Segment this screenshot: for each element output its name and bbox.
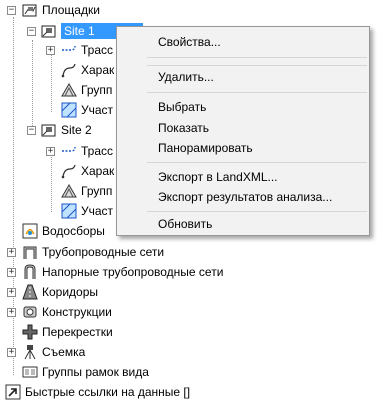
tree-item-label: Групп — [81, 184, 113, 198]
tree-item-alignments[interactable]: + Трасс — [41, 141, 113, 161]
alignment-icon — [61, 42, 77, 58]
sites-icon — [22, 2, 38, 18]
view-frame-icon — [22, 364, 38, 380]
tree-item-catchments[interactable]: Водосборы — [2, 221, 105, 241]
tree-item-label: Перекрестки — [42, 325, 113, 339]
expand-toggle[interactable]: + — [7, 268, 16, 277]
catchment-icon — [22, 223, 38, 239]
expand-toggle[interactable]: + — [7, 308, 16, 317]
tree-item-data-shortcuts[interactable]: Быстрые ссылки на данные [] — [2, 382, 190, 402]
tree-item-label: Трасс — [81, 144, 114, 158]
menu-item-delete[interactable]: Удалить... — [118, 67, 368, 87]
tree-line — [32, 40, 33, 132]
alignment-icon — [61, 143, 77, 159]
menu-item-zoom-to[interactable]: Показать — [118, 118, 368, 138]
tree-item-label: Конструкции — [42, 305, 112, 319]
feature-line-icon — [61, 163, 77, 179]
pressure-network-icon — [22, 264, 38, 280]
menu-item-export-landxml[interactable]: Экспорт в LandXML... — [118, 167, 368, 187]
tree-item-alignments[interactable]: + Трасс — [41, 40, 113, 60]
tree-item-label: Коридоры — [42, 285, 99, 299]
tree-item-label: Участ — [81, 103, 114, 117]
menu-separator — [147, 92, 367, 93]
expand-toggle[interactable]: + — [46, 46, 55, 55]
collapse-toggle[interactable]: − — [7, 6, 16, 15]
parcel-icon — [61, 102, 77, 118]
tree-item-label: Site 2 — [61, 123, 92, 137]
tree-item-label: Трасс — [81, 43, 114, 57]
tree-item-pressure-networks[interactable]: + Напорные трубопроводные сети — [2, 262, 223, 282]
tree-item-grading-groups[interactable]: Групп — [41, 80, 112, 100]
context-menu: Свойства... Удалить... Выбрать Показать … — [116, 26, 370, 236]
tree-item-label: Площадки — [42, 3, 100, 17]
menu-separator — [147, 162, 367, 163]
tree-item-corridors[interactable]: + Коридоры — [2, 282, 98, 302]
tree-item-intersections[interactable]: Перекрестки — [2, 322, 113, 342]
collapse-toggle[interactable]: − — [27, 27, 36, 36]
parcel-icon — [61, 203, 77, 219]
tree-item-structures[interactable]: + Конструкции — [2, 302, 112, 322]
collapse-toggle[interactable]: − — [27, 126, 36, 135]
menu-item-refresh[interactable]: Обновить — [118, 214, 368, 234]
expand-toggle[interactable]: + — [7, 248, 16, 257]
tree-item-label: Водосборы — [42, 224, 105, 238]
grading-group-icon — [61, 183, 77, 199]
grading-group-icon — [61, 82, 77, 98]
corridor-icon — [22, 284, 38, 300]
tree-item-grading-groups[interactable]: Групп — [41, 181, 112, 201]
menu-separator — [147, 65, 367, 66]
menu-item-properties[interactable]: Свойства... — [118, 32, 368, 52]
tree-item-feature-lines[interactable]: Харак — [41, 161, 114, 181]
tree-item-site-2[interactable]: − Site 2 — [21, 120, 92, 140]
tree-item-view-frame-groups[interactable]: Группы рамок вида — [2, 362, 149, 382]
menu-item-select[interactable]: Выбрать — [118, 97, 368, 117]
tree-item-pipe-networks[interactable]: + Трубопроводные сети — [2, 242, 164, 262]
structure-icon — [22, 304, 38, 320]
tree-item-feature-lines[interactable]: Харак — [41, 60, 114, 80]
tree-item-label: Участ — [81, 204, 114, 218]
tree-item-sites[interactable]: − Площадки — [2, 0, 100, 20]
shortcut-icon — [5, 384, 21, 400]
tree-item-survey[interactable]: + Съемка — [2, 342, 85, 362]
tree-item-label: Трубопроводные сети — [42, 245, 165, 259]
tree-item-parcels[interactable]: Участ — [41, 201, 113, 221]
menu-item-pan-to[interactable]: Панорамировать — [118, 138, 368, 158]
expand-toggle[interactable]: + — [7, 288, 16, 297]
site-icon — [41, 122, 57, 138]
pipe-network-icon — [22, 244, 38, 260]
menu-separator — [147, 57, 367, 58]
survey-icon — [22, 344, 38, 360]
site-icon — [41, 23, 57, 39]
intersection-icon — [22, 324, 38, 340]
tree-item-label: Харак — [81, 63, 115, 77]
menu-item-export-analysis[interactable]: Экспорт результатов анализа... — [118, 187, 368, 207]
tree-item-label: Харак — [81, 164, 115, 178]
expand-toggle[interactable]: + — [7, 348, 16, 357]
tree-item-label: Съемка — [42, 345, 86, 359]
tree-item-label: Напорные трубопроводные сети — [42, 265, 224, 279]
tree-item-label: Быстрые ссылки на данные [] — [25, 385, 191, 399]
menu-separator — [147, 211, 367, 212]
feature-line-icon — [61, 62, 77, 78]
expand-toggle[interactable]: + — [46, 147, 55, 156]
tree-item-label: Группы рамок вида — [42, 365, 149, 379]
tree-item-label: Групп — [81, 83, 113, 97]
tree-item-parcels[interactable]: Участ — [41, 100, 113, 120]
